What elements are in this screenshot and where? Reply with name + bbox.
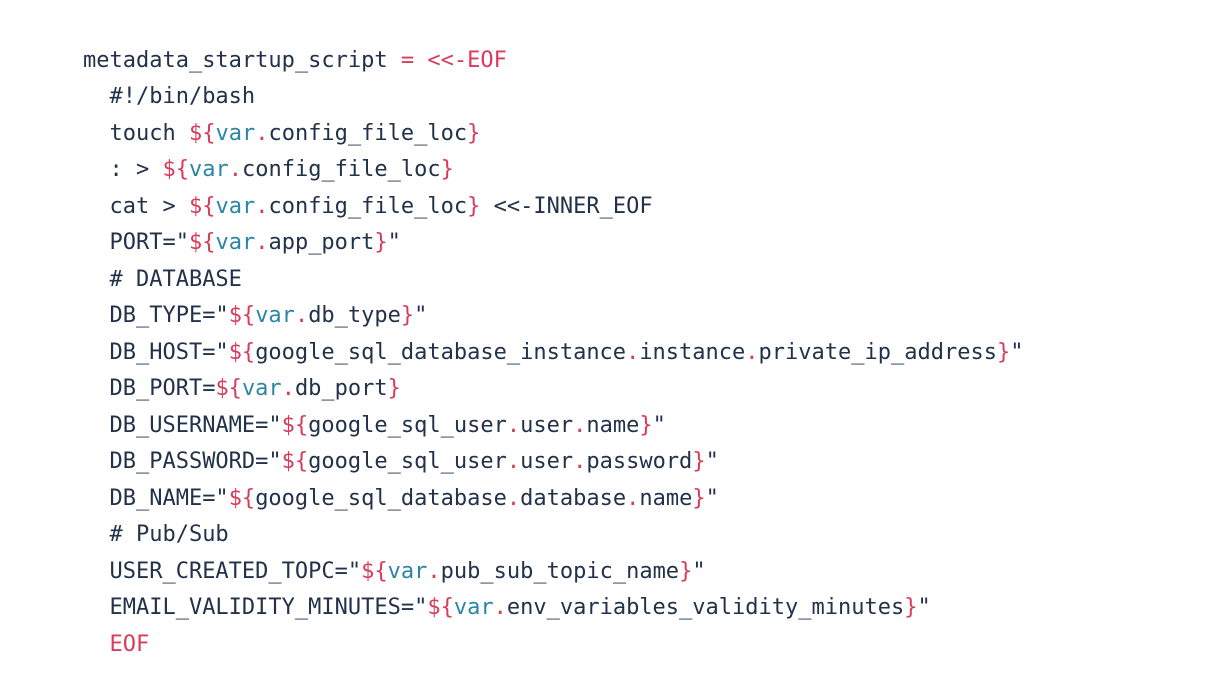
code-token: ${ — [215, 376, 242, 401]
code-token: } — [467, 120, 481, 146]
code-token: } — [692, 485, 706, 511]
code-token: " — [414, 303, 428, 328]
code-token: # Pub/Sub — [82, 522, 229, 547]
code-token: app_port — [268, 230, 375, 255]
code-token: } — [387, 376, 401, 401]
code-token: } — [374, 230, 388, 255]
code-token: ${ — [281, 412, 309, 438]
code-token: var — [453, 595, 494, 620]
code-token: } — [639, 412, 653, 438]
code-token: . — [281, 376, 295, 401]
code-token: . — [228, 157, 242, 182]
code-token: " — [387, 230, 401, 255]
code-token: . — [573, 412, 587, 438]
code-token: touch — [82, 120, 189, 146]
code-token: var — [215, 193, 256, 219]
code-token: cat > — [82, 193, 189, 219]
code-token: . — [294, 303, 309, 328]
code-token: google_sql_database — [255, 485, 507, 511]
code-token: . — [506, 485, 521, 511]
code-token: ${ — [228, 339, 256, 365]
code-token: DB_TYPE=" — [82, 303, 229, 328]
code-token: DB_HOST=" — [82, 339, 229, 365]
code-token: env_variables_validity_minutes — [506, 595, 905, 620]
code-block: metadata_startup_script = <<-EOF #!/bin/… — [0, 0, 1228, 676]
code-token: " — [917, 595, 931, 620]
code-token: ${ — [188, 120, 216, 146]
code-token: google_sql_user — [308, 449, 507, 474]
code-token: . — [255, 120, 269, 146]
code-token: } — [467, 193, 481, 219]
code-token: ${ — [188, 230, 216, 255]
code-token: var — [387, 558, 428, 584]
code-token: DB_USERNAME=" — [82, 412, 282, 438]
code-token: ${ — [188, 193, 216, 219]
code-token: DB_PASSWORD=" — [82, 449, 282, 474]
code-line: metadata_startup_script = <<-EOF — [30, 6, 1228, 73]
code-token: " — [705, 485, 719, 511]
code-token: " — [692, 558, 706, 584]
code-token: DB_NAME=" — [82, 485, 229, 511]
code-token: private_ip_address — [758, 339, 997, 365]
code-token: . — [506, 449, 521, 474]
code-token: . — [493, 595, 507, 620]
code-token: } — [904, 595, 918, 620]
code-token: user — [520, 412, 574, 438]
code-token: . — [626, 339, 640, 365]
code-token: = <<-EOF — [400, 47, 507, 73]
code-token: PORT=" — [82, 230, 189, 255]
code-token: var — [241, 376, 282, 401]
code-token: <<-INNER_EOF — [480, 193, 653, 219]
code-token: EOF — [82, 631, 150, 657]
code-token: # DATABASE — [82, 266, 242, 292]
code-token: . — [626, 485, 640, 511]
code-token: ${ — [281, 449, 309, 474]
code-token: var — [215, 120, 256, 146]
code-token: ${ — [427, 595, 454, 620]
code-token: . — [745, 339, 759, 365]
code-token: password — [586, 449, 693, 474]
code-token: . — [573, 449, 587, 474]
code-token: } — [400, 303, 415, 328]
code-token: pub_sub_topic_name — [440, 558, 680, 584]
code-token: . — [427, 558, 441, 584]
code-token: ${ — [228, 485, 256, 511]
code-token: } — [996, 339, 1011, 365]
code-token: ${ — [162, 157, 189, 182]
code-token: database — [520, 485, 627, 511]
code-token: USER_CREATED_TOPC=" — [82, 558, 362, 584]
code-token: var — [255, 303, 295, 328]
code-token: google_sql_database_instance — [255, 339, 627, 365]
code-token: } — [440, 157, 454, 182]
code-token: EMAIL_VALIDITY_MINUTES=" — [82, 595, 428, 620]
code-token: ${ — [361, 558, 388, 584]
code-token: var — [188, 157, 229, 182]
code-token: " — [652, 412, 666, 438]
code-token: var — [215, 230, 256, 255]
code-token: google_sql_user — [308, 412, 507, 438]
code-token: name — [586, 412, 640, 438]
code-token: . — [255, 230, 269, 255]
code-token: #!/bin/bash — [82, 84, 256, 109]
code-token: " — [705, 449, 719, 474]
code-token: } — [679, 558, 693, 584]
code-token: config_file_loc — [241, 157, 441, 182]
code-token: " — [1010, 339, 1024, 365]
code-token: db_type — [308, 303, 401, 328]
code-token: . — [506, 412, 521, 438]
code-token: DB_PORT= — [82, 376, 216, 401]
code-token: config_file_loc — [268, 120, 468, 146]
code-token: : > — [82, 157, 163, 182]
code-token: ${ — [228, 303, 256, 328]
code-token: } — [692, 449, 706, 474]
code-token: instance — [639, 339, 746, 365]
code-token: db_port — [294, 376, 388, 401]
code-token: name — [639, 485, 693, 511]
code-token: metadata_startup_script — [82, 47, 401, 73]
code-token: . — [255, 193, 269, 219]
code-token: user — [520, 449, 574, 474]
code-token: config_file_loc — [268, 193, 468, 219]
